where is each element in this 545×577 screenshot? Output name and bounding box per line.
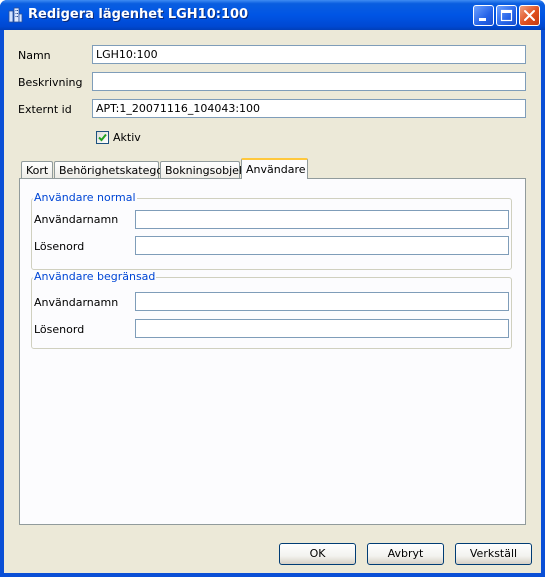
ok-button[interactable]: OK (279, 543, 356, 565)
tab-panel-anvandare: Användare normal Användarnamn Lösenord A… (19, 178, 526, 525)
close-button[interactable] (519, 5, 540, 26)
tab-behorighetskategori[interactable]: Behörighetskategori (54, 161, 171, 179)
building-icon (7, 7, 23, 23)
normal-password-label: Lösenord (34, 240, 85, 253)
dialog-body: Namn LGH10:100 Beskrivning Externt id AP… (4, 30, 541, 573)
restricted-username-label: Användarnamn (34, 296, 119, 309)
normal-username-label: Användarnamn (34, 213, 119, 226)
active-checkbox[interactable] (96, 131, 109, 144)
group-user-normal-title: Användare normal (33, 191, 137, 204)
name-field[interactable]: LGH10:100 (92, 45, 526, 64)
minimize-icon (479, 18, 486, 21)
group-user-restricted: Användare begränsad Användarnamn Lösenor… (31, 270, 512, 349)
restricted-username-field[interactable] (135, 292, 509, 311)
group-user-normal: Användare normal Användarnamn Lösenord (31, 191, 512, 270)
description-label: Beskrivning (18, 76, 83, 89)
description-field[interactable] (92, 72, 526, 91)
maximize-button[interactable] (496, 5, 517, 26)
active-label: Aktiv (113, 131, 141, 144)
normal-password-field[interactable] (135, 236, 509, 255)
close-icon (524, 10, 535, 21)
apply-button[interactable]: Verkställ (455, 543, 532, 565)
restricted-password-label: Lösenord (34, 323, 85, 336)
tab-bokningsobjekt[interactable]: Bokningsobjekt (160, 161, 250, 179)
external-id-label: Externt id (18, 103, 72, 116)
minimize-button[interactable] (473, 5, 494, 26)
window-title: Redigera lägenhet LGH10:100 (28, 7, 249, 22)
tab-anvandare[interactable]: Användare (241, 158, 308, 179)
group-user-restricted-title: Användare begränsad (33, 270, 157, 283)
maximize-icon (500, 9, 513, 22)
cancel-button[interactable]: Avbryt (367, 543, 444, 565)
normal-username-field[interactable] (135, 210, 509, 229)
tab-kort[interactable]: Kort (21, 161, 53, 179)
dialog-window: Redigera lägenhet LGH10:100 Namn LGH10:1… (0, 0, 545, 577)
external-id-field[interactable]: APT:1_20071116_104043:100 (92, 99, 526, 118)
checkmark-icon (98, 133, 107, 142)
restricted-password-field[interactable] (135, 319, 509, 338)
name-label: Namn (18, 49, 51, 62)
title-bar[interactable]: Redigera lägenhet LGH10:100 (0, 0, 545, 30)
